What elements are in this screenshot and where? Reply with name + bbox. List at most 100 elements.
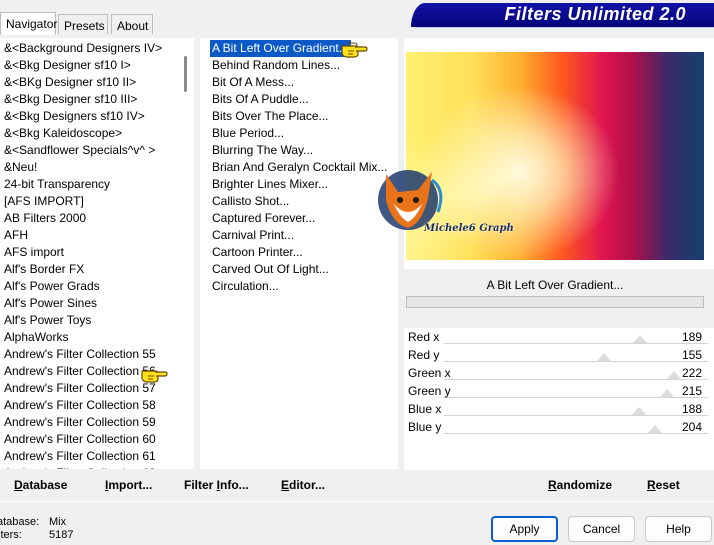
slider-row[interactable]: Blue x 188 bbox=[404, 400, 714, 418]
slider-row[interactable]: Blue y 204 bbox=[404, 418, 714, 436]
category-item[interactable]: AFS import bbox=[4, 244, 64, 261]
filter-item[interactable]: Behind Random Lines... bbox=[212, 57, 340, 74]
slider-row[interactable]: Green y 215 bbox=[404, 382, 714, 400]
slider-label: Blue x bbox=[408, 402, 442, 416]
category-item[interactable]: &<Bkg Designer sf10 III> bbox=[4, 91, 137, 108]
slider-label: Green x bbox=[408, 366, 451, 380]
tab-about[interactable]: About bbox=[111, 14, 153, 34]
slider-value: 188 bbox=[681, 402, 702, 416]
filter-item[interactable]: Circulation... bbox=[212, 278, 279, 295]
filter-info-button[interactable]: Filter Info... bbox=[184, 478, 249, 492]
category-item[interactable]: &<Bkg Designer sf10 I> bbox=[4, 57, 131, 74]
pointing-hand-icon bbox=[141, 370, 168, 383]
category-item[interactable]: &<Background Designers IV> bbox=[4, 40, 162, 57]
filter-item[interactable]: A Bit Left Over Gradient... bbox=[210, 40, 351, 57]
category-item[interactable]: &<BKg Designer sf10 II> bbox=[4, 74, 136, 91]
bottom-toolbar: Database Import... Filter Info... Editor… bbox=[0, 469, 714, 501]
filter-item[interactable]: Brighter Lines Mixer... bbox=[212, 176, 328, 193]
status-filters-label: lters: bbox=[0, 529, 22, 541]
category-item[interactable]: Andrew's Filter Collection 58 bbox=[4, 397, 156, 414]
category-item[interactable]: 24-bit Transparency bbox=[4, 176, 110, 193]
category-item[interactable]: Andrew's Filter Collection 60 bbox=[4, 431, 156, 448]
slider-value: 189 bbox=[681, 330, 702, 344]
parameter-sliders: Red x 189 Red y 155 Green x 222 Green y 215 Blue… bbox=[404, 328, 714, 470]
category-item[interactable]: Andrew's Filter Collection 61 bbox=[4, 448, 156, 465]
pointing-hand-icon bbox=[341, 41, 368, 58]
slider-track[interactable] bbox=[444, 433, 708, 434]
import-button[interactable]: Import... bbox=[105, 478, 152, 492]
slider-label: Red x bbox=[408, 330, 440, 344]
category-item[interactable]: Alf's Power Sines bbox=[4, 295, 97, 312]
selected-filter-name: A Bit Left Over Gradient... bbox=[486, 278, 624, 292]
reset-button[interactable]: Reset bbox=[647, 478, 680, 492]
tab-bar: Navigator Presets About bbox=[0, 12, 160, 35]
category-item[interactable]: Alf's Power Toys bbox=[4, 312, 91, 329]
category-item[interactable]: Andrew's Filter Collection 56 bbox=[4, 363, 156, 380]
category-item[interactable]: Andrew's Filter Collection 59 bbox=[4, 414, 156, 431]
slider-row[interactable]: Red y 155 bbox=[404, 346, 714, 364]
slider-thumb[interactable] bbox=[648, 425, 663, 433]
category-item[interactable]: &<Bkg Kaleidoscope> bbox=[4, 125, 122, 142]
slider-row[interactable]: Red x 189 bbox=[404, 328, 714, 346]
title-banner: Filters Unlimited 2.0 bbox=[411, 3, 714, 27]
slider-thumb[interactable] bbox=[632, 335, 647, 343]
slider-value: 155 bbox=[681, 348, 702, 362]
cancel-button[interactable]: Cancel bbox=[568, 516, 635, 542]
slider-thumb[interactable] bbox=[659, 389, 674, 397]
slider-row[interactable]: Green x 222 bbox=[404, 364, 714, 382]
database-button[interactable]: Database bbox=[14, 478, 67, 492]
filter-item[interactable]: Brian And Geralyn Cocktail Mix... bbox=[212, 159, 387, 176]
category-item[interactable]: &<Sandflower Specials^v^ > bbox=[4, 142, 155, 159]
slider-value: 204 bbox=[681, 420, 702, 434]
category-scrollbar[interactable] bbox=[178, 38, 194, 469]
slider-value: 215 bbox=[681, 384, 702, 398]
filter-item[interactable]: Bits Of A Puddle... bbox=[212, 91, 309, 108]
tab-navigator[interactable]: Navigator bbox=[0, 12, 57, 35]
apply-button[interactable]: Apply bbox=[491, 516, 558, 542]
slider-track[interactable] bbox=[444, 397, 708, 398]
slider-track[interactable] bbox=[444, 415, 708, 416]
slider-label: Green y bbox=[408, 384, 451, 398]
category-item[interactable]: Andrew's Filter Collection 55 bbox=[4, 346, 156, 363]
randomize-button[interactable]: Randomize bbox=[548, 478, 612, 492]
category-item[interactable]: Alf's Power Grads bbox=[4, 278, 100, 295]
category-item[interactable]: [AFS IMPORT] bbox=[4, 193, 84, 210]
filter-item[interactable]: Carnival Print... bbox=[212, 227, 294, 244]
progress-bar bbox=[406, 296, 704, 308]
category-item[interactable]: Andrew's Filter Collection 57 bbox=[4, 380, 156, 397]
category-item[interactable]: AFH bbox=[4, 227, 28, 244]
slider-track[interactable] bbox=[444, 379, 708, 380]
filter-item[interactable]: Carved Out Of Light... bbox=[212, 261, 329, 278]
help-button[interactable]: Help bbox=[645, 516, 712, 542]
filter-list[interactable]: A Bit Left Over Gradient... Behind Random… bbox=[200, 38, 398, 469]
slider-thumb[interactable] bbox=[666, 371, 681, 379]
category-item[interactable]: &<Bkg Designers sf10 IV> bbox=[4, 108, 145, 125]
filter-item[interactable]: Bits Over The Place... bbox=[212, 108, 329, 125]
category-item[interactable]: Alf's Border FX bbox=[4, 261, 84, 278]
slider-thumb[interactable] bbox=[631, 407, 646, 415]
slider-track[interactable] bbox=[444, 343, 708, 344]
filter-item[interactable]: Callisto Shot... bbox=[212, 193, 289, 210]
filter-item[interactable]: Blurring The Way... bbox=[212, 142, 313, 159]
tab-presets[interactable]: Presets bbox=[58, 14, 108, 34]
filter-item[interactable]: Blue Period... bbox=[212, 125, 284, 142]
category-list[interactable]: &<Background Designers IV> &<Bkg Designer… bbox=[0, 38, 194, 469]
filter-item[interactable]: Captured Forever... bbox=[212, 210, 315, 227]
toolbar-divider bbox=[0, 501, 714, 502]
status-filters-value: 5187 bbox=[49, 529, 74, 541]
slider-thumb[interactable] bbox=[597, 353, 612, 361]
status-database-value: Mix bbox=[49, 516, 67, 528]
category-item[interactable]: AB Filters 2000 bbox=[4, 210, 86, 227]
category-item[interactable]: AlphaWorks bbox=[4, 329, 68, 346]
status-database-label: atabase: bbox=[0, 516, 40, 528]
watermark-text: Michele6 Graph bbox=[424, 223, 514, 234]
editor-button[interactable]: Editor... bbox=[281, 478, 325, 492]
filter-item[interactable]: Cartoon Printer... bbox=[212, 244, 303, 261]
category-item[interactable]: &Neu! bbox=[4, 159, 37, 176]
filter-item[interactable]: Bit Of A Mess... bbox=[212, 74, 294, 91]
slider-value: 222 bbox=[681, 366, 702, 380]
category-scrollbar-thumb[interactable] bbox=[184, 56, 187, 92]
slider-label: Red y bbox=[408, 348, 440, 362]
slider-label: Blue y bbox=[408, 420, 442, 434]
slider-track[interactable] bbox=[444, 361, 708, 362]
